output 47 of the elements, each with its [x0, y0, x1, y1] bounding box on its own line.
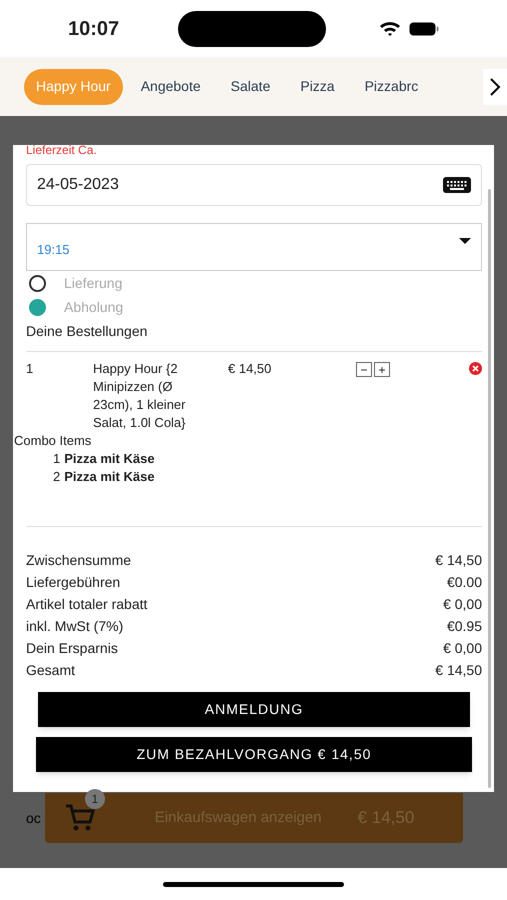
login-button[interactable]: ANMELDUNG — [38, 692, 470, 727]
time-select[interactable]: 19:15 — [26, 223, 482, 271]
total-value: € 0,00 — [443, 595, 482, 614]
chevron-right-icon — [489, 77, 501, 97]
decrease-button[interactable]: − — [356, 362, 372, 377]
total-value: € 0,00 — [443, 639, 482, 658]
total-value: € 14,50 — [435, 551, 482, 570]
radio-label: Abholung — [64, 298, 124, 317]
date-field[interactable]: 24-05-2023 — [26, 164, 482, 206]
dropdown-caret-icon — [459, 238, 471, 244]
keyboard-icon[interactable] — [443, 177, 471, 193]
checkout-button[interactable]: ZUM BEZAHLVORGANG € 14,50 — [36, 737, 472, 772]
radio-button[interactable] — [29, 298, 46, 316]
increase-button[interactable]: + — [374, 362, 390, 377]
wifi-icon — [379, 20, 401, 36]
radio-label: Lieferung — [64, 274, 122, 293]
item-name: Happy Hour {2 Minipizzen (Ø 23cm), 1 kleiner Salat, 1.0l Cola} — [93, 360, 187, 432]
combo-item: Pizza mit Käse — [64, 450, 155, 468]
battery-icon — [409, 22, 439, 36]
total-value: € 14,50 — [435, 661, 482, 680]
status-time: 10:07 — [68, 16, 120, 42]
orders-heading: Deine Bestellungen — [26, 321, 482, 352]
combo-heading: Combo Items — [14, 432, 92, 450]
combo-number: 2 — [53, 468, 60, 486]
total-label: Zwischensumme — [26, 551, 132, 570]
combo-number: 1 — [53, 450, 60, 468]
category-tab[interactable]: Salate — [218, 68, 282, 104]
radio-button[interactable] — [29, 274, 46, 292]
total-value: €0.95 — [446, 617, 482, 636]
scroll-right-button[interactable] — [483, 69, 507, 105]
category-tab[interactable]: Angebote — [128, 68, 213, 104]
category-tab[interactable]: Pizzabrc — [352, 68, 430, 104]
total-label: inkl. MwSt (7%) — [26, 617, 124, 636]
cart-count-badge: 1 — [84, 789, 105, 809]
total-label: Dein Ersparnis — [26, 639, 118, 658]
total-label: Gesamt — [26, 661, 76, 680]
remove-icon[interactable] — [469, 362, 482, 375]
category-tab[interactable]: Pizza — [288, 68, 347, 104]
delivery-time-label: Lieferzeit Ca. — [26, 144, 98, 156]
total-label: Liefergebühren — [26, 573, 120, 592]
total-value: €0.00 — [446, 573, 482, 592]
item-quantity: 1 — [26, 360, 34, 378]
cart-icon — [64, 804, 95, 832]
background-text: oc — [26, 808, 41, 828]
total-label: Artikel totaler rabatt — [26, 595, 148, 614]
combo-item: Pizza mit Käse — [64, 468, 155, 486]
item-price: € 14,50 — [228, 360, 272, 378]
